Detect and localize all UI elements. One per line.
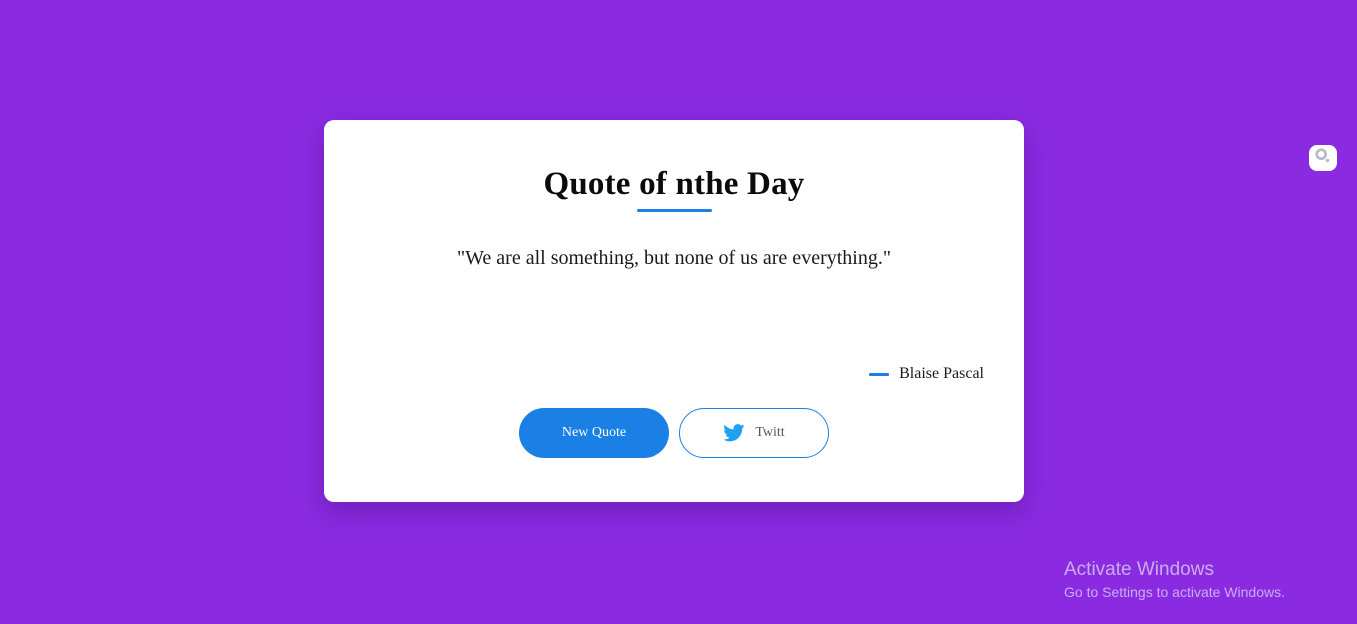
title-underline: [637, 209, 712, 212]
new-quote-label: New Quote: [561, 425, 627, 440]
button-row: New Quote Twitt: [519, 408, 829, 458]
tweet-label: Twitt: [755, 425, 785, 440]
quote-card: Quote of nthe Day "We are all something,…: [324, 120, 1024, 502]
title-wrap: Quote of nthe Day: [324, 162, 1024, 206]
search-icon: [1314, 147, 1332, 170]
quote-text: "We are all something, but none of us ar…: [456, 247, 892, 269]
author-dash: [869, 372, 890, 376]
tweet-button[interactable]: Twitt: [679, 408, 829, 458]
new-quote-button[interactable]: New Quote: [519, 408, 669, 458]
page: Quote of nthe Day "We are all something,…: [0, 0, 1357, 624]
watermark-title: Activate Windows: [1064, 559, 1214, 580]
watermark-subtitle: Go to Settings to activate Windows.: [1064, 584, 1285, 600]
author-name: Blaise Pascal: [899, 365, 984, 382]
twitter-icon: [723, 424, 745, 442]
activate-windows-watermark: Activate Windows Go to Settings to activ…: [1064, 558, 1285, 602]
page-title: Quote of nthe Day: [543, 166, 805, 202]
side-widget-button[interactable]: [1309, 145, 1337, 171]
author-row: Blaise Pascal: [869, 363, 984, 385]
